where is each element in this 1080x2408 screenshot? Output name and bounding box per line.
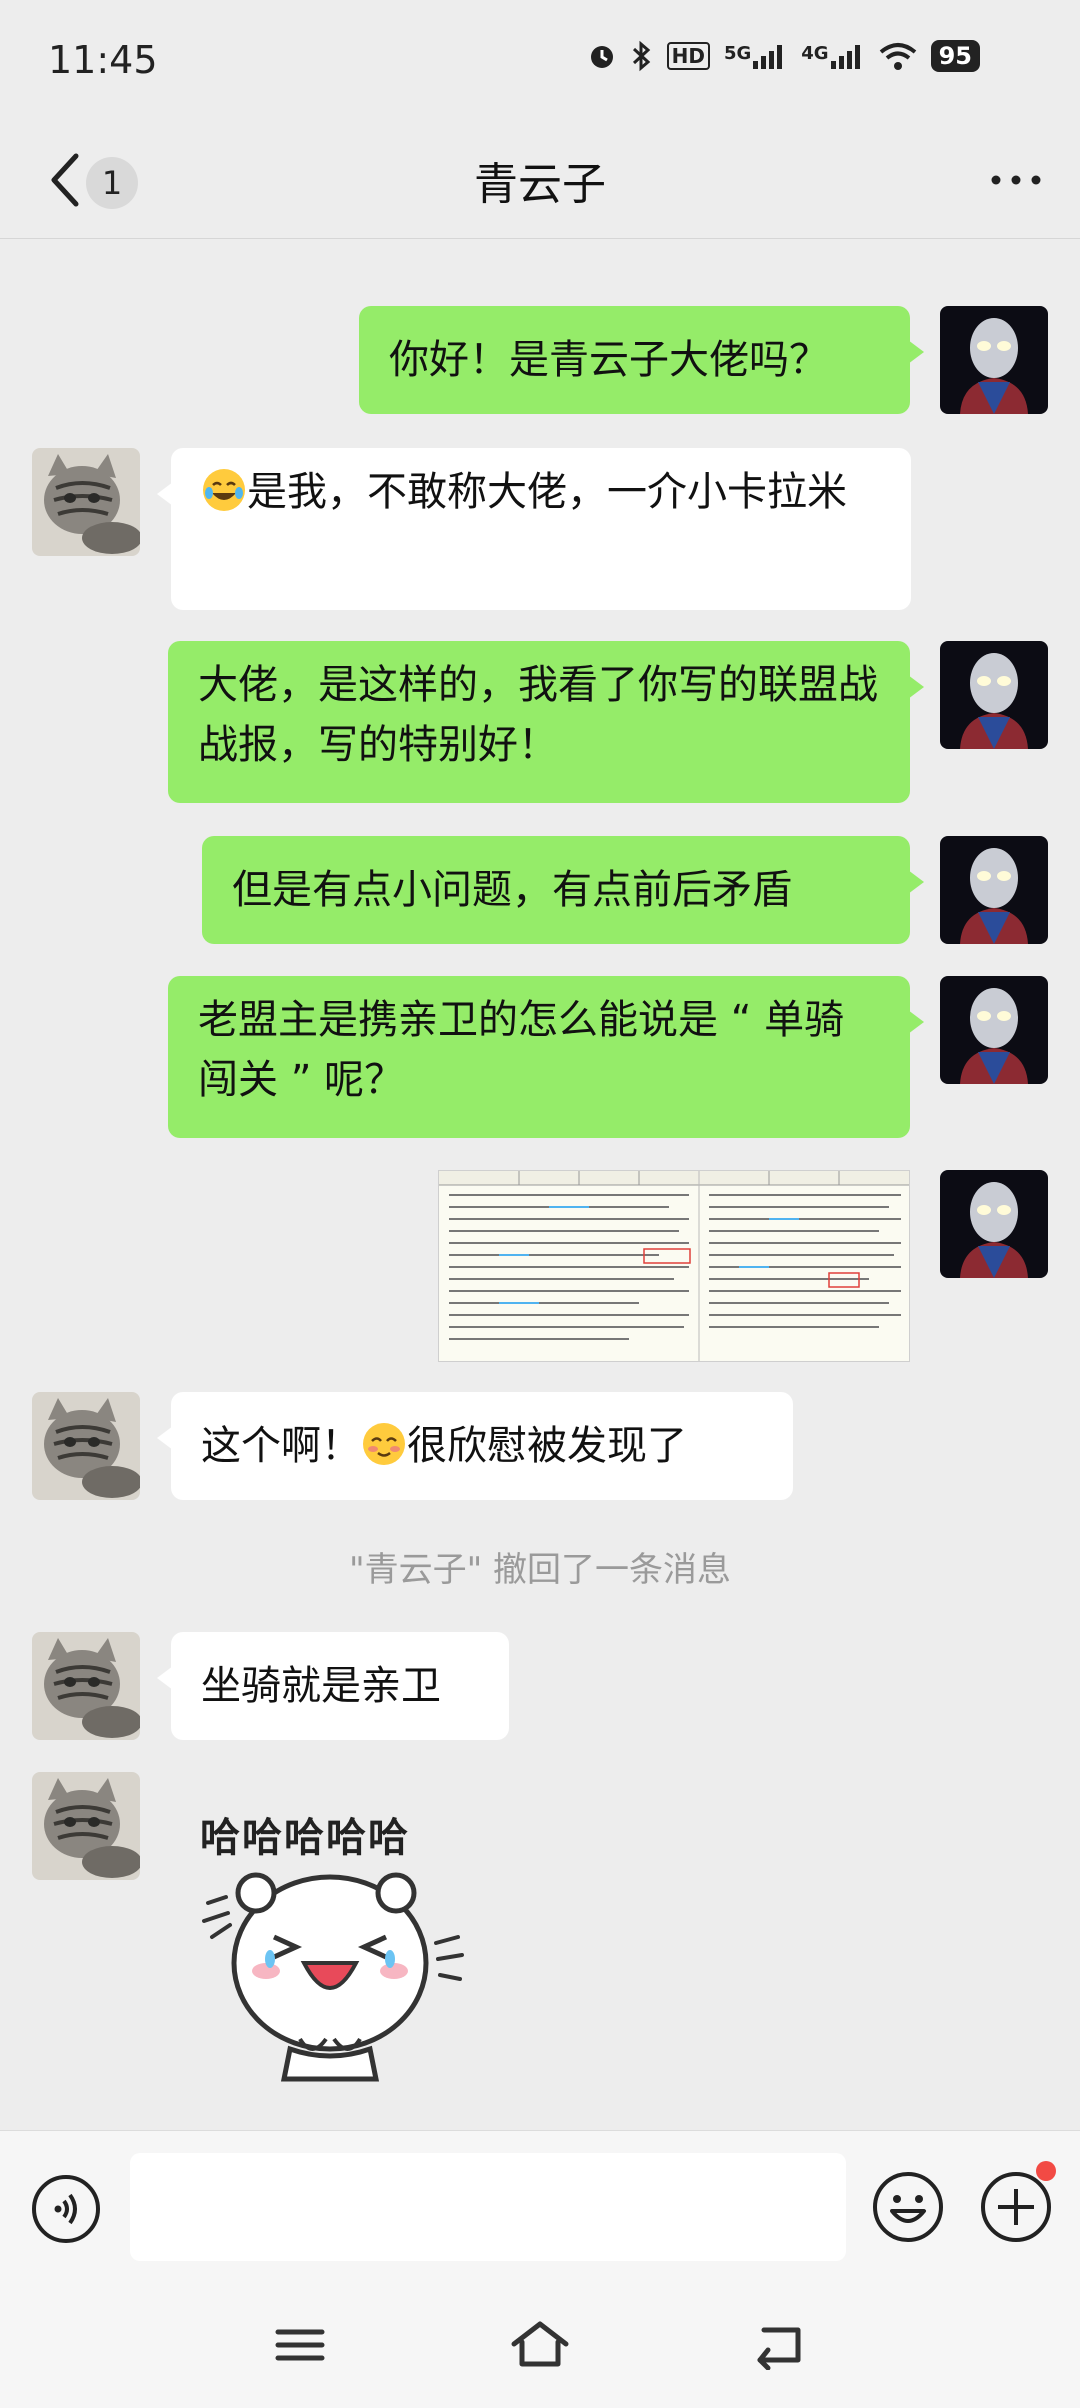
- message-bubble-sent[interactable]: 但是有点小问题，有点前后矛盾: [202, 836, 924, 944]
- message-text: 很欣慰被发现了: [407, 1423, 687, 1469]
- back-icon[interactable]: [750, 2320, 810, 2370]
- chat-title: 青云子: [474, 159, 606, 210]
- sticker-message[interactable]: 哈哈哈哈哈: [200, 1805, 500, 2087]
- signal-5g-label: 5G: [723, 43, 752, 64]
- battle-report-screenshot-thumbnail: [439, 1171, 909, 1361]
- voice-icon[interactable]: [30, 2173, 102, 2245]
- message-text: 坐骑就是亲卫: [201, 1663, 441, 1709]
- image-message[interactable]: [438, 1170, 910, 1362]
- recall-notice: "青云子" 撤回了一条消息: [348, 1550, 732, 1590]
- message-text: 这个啊！: [201, 1423, 361, 1469]
- my-avatar[interactable]: [940, 306, 1048, 414]
- bluetooth-icon: [632, 40, 650, 72]
- notification-dot: [1036, 2161, 1056, 2181]
- contact-avatar[interactable]: [32, 1772, 140, 1880]
- battery-icon: 95: [930, 40, 980, 72]
- input-bar: [0, 2130, 1080, 2281]
- message-text: 大佬，是这样的，我看了你写的联盟战战报，写的特别好！: [198, 662, 878, 768]
- signal-4g-icon: 4G: [801, 43, 864, 69]
- contact-avatar[interactable]: [32, 448, 140, 556]
- contact-avatar[interactable]: [32, 1392, 140, 1500]
- message-bubble-received[interactable]: 这个啊！ 很欣慰被发现了: [157, 1392, 793, 1500]
- my-avatar[interactable]: [940, 836, 1048, 944]
- more-options-icon[interactable]: [986, 160, 1046, 200]
- message-bubble-sent[interactable]: 大佬，是这样的，我看了你写的联盟战战报，写的特别好！: [168, 641, 924, 803]
- sticker-icon[interactable]: [870, 2169, 946, 2245]
- message-text: 你好！是青云子大佬吗？: [389, 337, 829, 383]
- system-navigation-bar: [0, 2280, 1080, 2408]
- signal-5g-icon: 5G: [724, 43, 787, 69]
- status-bar: 11:45 HD 5G 4G 95: [0, 0, 1080, 130]
- message-bubble-sent[interactable]: 你好！是青云子大佬吗？: [359, 306, 924, 414]
- alarm-icon: [590, 46, 613, 68]
- my-avatar[interactable]: [940, 641, 1048, 749]
- wifi-icon: [879, 43, 916, 70]
- message-input[interactable]: [130, 2153, 846, 2261]
- my-avatar[interactable]: [940, 1170, 1048, 1278]
- my-avatar[interactable]: [940, 976, 1048, 1084]
- message-text: 老盟主是携亲卫的怎么能说是 “ 单骑闯关 ” 呢？: [198, 997, 845, 1103]
- contact-avatar[interactable]: [32, 1632, 140, 1740]
- blushing-emoji-icon: [363, 1423, 405, 1465]
- chat-header: 1 青云子: [0, 130, 1080, 239]
- home-icon[interactable]: [510, 2320, 570, 2370]
- chat-history[interactable]: 你好！是青云子大佬吗？ 是我，不敢称大佬，一介小卡拉米 大佬，是这样的，我看了你…: [0, 240, 1080, 2130]
- tears-of-joy-emoji-icon: [203, 469, 245, 511]
- menu-icon[interactable]: [270, 2320, 330, 2370]
- clock: 11:45: [48, 38, 158, 82]
- sticker-caption: 哈哈哈哈哈: [200, 1815, 410, 1861]
- message-bubble-received[interactable]: 坐骑就是亲卫: [157, 1632, 509, 1740]
- laughing-bear-sticker: [202, 1872, 464, 2082]
- message-text: 是我，不敢称大佬，一介小卡拉米: [247, 469, 847, 515]
- message-bubble-sent[interactable]: 老盟主是携亲卫的怎么能说是 “ 单骑闯关 ” 呢？: [168, 976, 924, 1138]
- message-bubble-received[interactable]: 是我，不敢称大佬，一介小卡拉米: [157, 448, 911, 610]
- hd-icon: HD: [666, 42, 710, 70]
- message-text: 但是有点小问题，有点前后矛盾: [232, 867, 792, 913]
- signal-4g-label: 4G: [801, 43, 829, 64]
- status-icons: HD 5G 4G 95: [587, 40, 980, 72]
